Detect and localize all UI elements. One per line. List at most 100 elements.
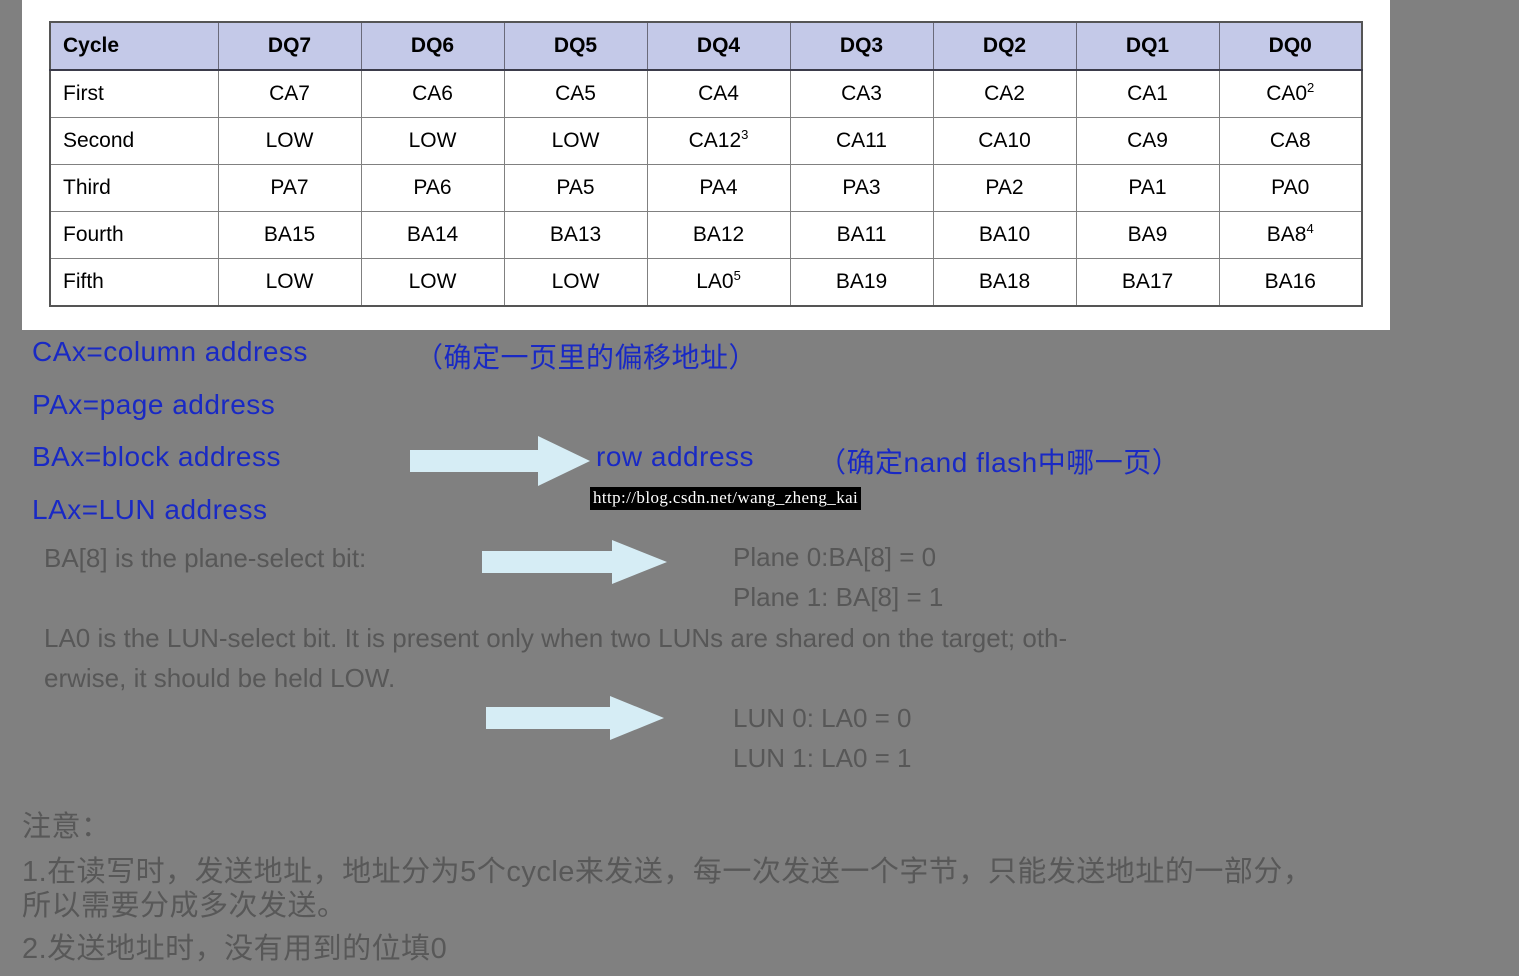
cell-cycle: Fifth xyxy=(49,258,219,307)
column-header-dq7: DQ7 xyxy=(217,21,362,71)
cell-dq3: BA19 xyxy=(789,258,934,307)
legend-row-address-note: （确定nand flash中哪一页） xyxy=(818,447,1181,478)
cell-dq6: CA6 xyxy=(360,69,505,118)
cell-dq6: LOW xyxy=(360,117,505,165)
cell-value: CA5 xyxy=(555,82,596,105)
lun-select-description-line2: erwise, it should be held LOW. xyxy=(44,663,396,693)
plane-0-value: Plane 0:BA[8] = 0 xyxy=(733,542,937,572)
cell-value: BA9 xyxy=(1127,223,1168,246)
cell-value: CA12 xyxy=(688,129,742,152)
address-cycle-table: Cycle DQ7 DQ6 DQ5 DQ4 DQ3 DQ2 DQ1 DQ0 Fi… xyxy=(49,21,1363,307)
cell-cycle: First xyxy=(49,69,219,118)
column-header-dq1: DQ1 xyxy=(1075,21,1220,71)
legend-block-address: BAx=block address xyxy=(32,441,281,472)
cell-value: LOW xyxy=(408,270,457,293)
legend-lun-address: LAx=LUN address xyxy=(32,494,268,525)
note-item-2: 2.发送地址时，没有用到的位填0 xyxy=(22,933,448,965)
cell-dq4: PA4 xyxy=(646,164,791,212)
cell-value: PA1 xyxy=(1128,176,1167,199)
cell-value: PA3 xyxy=(842,176,881,199)
cell-value: LOW xyxy=(265,270,314,293)
cell-value: BA19 xyxy=(835,270,888,293)
cell-dq1: BA17 xyxy=(1075,258,1220,307)
cell-value: CA11 xyxy=(836,129,887,152)
legend-row-address: row address xyxy=(596,441,755,472)
plane-1-value: Plane 1: BA[8] = 1 xyxy=(733,582,944,612)
cell-value: CA1 xyxy=(1127,82,1168,105)
cell-value: PA2 xyxy=(985,176,1024,199)
cell-value: LOW xyxy=(265,129,314,152)
cell-value: LOW xyxy=(551,129,600,152)
cell-dq5: CA5 xyxy=(503,69,648,118)
cell-value: LA0 xyxy=(696,270,734,293)
cell-dq6: PA6 xyxy=(360,164,505,212)
column-header-dq2: DQ2 xyxy=(932,21,1077,71)
cell-dq2: BA10 xyxy=(932,211,1077,259)
cell-value: BA10 xyxy=(978,223,1031,246)
cell-footnote-marker: 5 xyxy=(733,268,741,283)
cell-dq0: BA84 xyxy=(1218,211,1363,259)
cell-dq3: PA3 xyxy=(789,164,934,212)
cell-dq2: CA10 xyxy=(932,117,1077,165)
cell-cycle: Fourth xyxy=(49,211,219,259)
cell-dq3: BA11 xyxy=(789,211,934,259)
cell-value: BA15 xyxy=(263,223,316,246)
cell-dq7: LOW xyxy=(217,258,362,307)
cell-value: BA12 xyxy=(692,223,745,246)
arrow-right-icon-plane-select xyxy=(482,540,667,584)
cell-value: BA8 xyxy=(1266,223,1307,246)
cell-dq5: BA13 xyxy=(503,211,648,259)
cell-dq1: CA1 xyxy=(1075,69,1220,118)
column-header-cycle: Cycle xyxy=(49,21,219,71)
legend-column-address: CAx=column address xyxy=(32,336,308,367)
cell-value: BA18 xyxy=(978,270,1031,293)
cell-dq2: BA18 xyxy=(932,258,1077,307)
address-table-panel: Cycle DQ7 DQ6 DQ5 DQ4 DQ3 DQ2 DQ1 DQ0 Fi… xyxy=(22,0,1390,330)
cell-dq1: PA1 xyxy=(1075,164,1220,212)
cell-value: CA9 xyxy=(1127,129,1168,152)
note-item-1-line2: 所以需要分成多次发送。 xyxy=(22,890,347,922)
cell-dq1: CA9 xyxy=(1075,117,1220,165)
arrow-right-icon-row-address xyxy=(410,436,590,486)
cell-dq5: LOW xyxy=(503,117,648,165)
cell-value: BA17 xyxy=(1121,270,1174,293)
table-row: Fifth LOW LOW LOW LA05 BA19 BA18 BA17 BA16 xyxy=(49,258,1363,307)
cell-dq3: CA11 xyxy=(789,117,934,165)
table-header-row: Cycle DQ7 DQ6 DQ5 DQ4 DQ3 DQ2 DQ1 DQ0 xyxy=(49,21,1363,71)
cell-dq4: LA05 xyxy=(646,258,791,307)
cell-footnote-marker: 4 xyxy=(1306,221,1314,236)
column-header-dq5: DQ5 xyxy=(503,21,648,71)
table-body: First CA7 CA6 CA5 CA4 CA3 CA2 CA1 CA02 Second LOW L… xyxy=(49,69,1363,307)
cell-dq7: PA7 xyxy=(217,164,362,212)
cell-dq4: CA123 xyxy=(646,117,791,165)
cell-value: CA2 xyxy=(984,82,1025,105)
cell-value: PA5 xyxy=(556,176,595,199)
cell-dq4: CA4 xyxy=(646,69,791,118)
plane-select-description: BA[8] is the plane-select bit: xyxy=(44,543,367,573)
cell-value: BA16 xyxy=(1264,270,1316,293)
watermark-url: http://blog.csdn.net/wang_zheng_kai xyxy=(590,487,862,510)
lun-1-value: LUN 1: LA0 = 1 xyxy=(733,743,912,773)
cell-cycle: Third xyxy=(49,164,219,212)
cell-value: CA8 xyxy=(1269,129,1311,152)
cell-value: PA0 xyxy=(1271,176,1310,199)
arrow-right-icon-lun-select xyxy=(486,696,664,740)
cell-footnote-marker: 2 xyxy=(1307,80,1315,95)
cell-value: CA3 xyxy=(841,82,882,105)
legend-page-address: PAx=page address xyxy=(32,389,276,420)
lun-0-value: LUN 0: LA0 = 0 xyxy=(733,703,912,733)
cell-dq5: LOW xyxy=(503,258,648,307)
cell-footnote-marker: 3 xyxy=(741,127,749,142)
cell-dq3: CA3 xyxy=(789,69,934,118)
cell-value: CA7 xyxy=(269,82,310,105)
table-row: Second LOW LOW LOW CA123 CA11 CA10 CA9 CA8 xyxy=(49,117,1363,165)
cell-dq7: BA15 xyxy=(217,211,362,259)
table-row: Third PA7 PA6 PA5 PA4 PA3 PA2 PA1 PA0 xyxy=(49,164,1363,212)
cell-cycle: Second xyxy=(49,117,219,165)
cell-value: BA13 xyxy=(549,223,602,246)
cell-value: PA4 xyxy=(699,176,738,199)
cell-value: LOW xyxy=(551,270,600,293)
cell-value: CA10 xyxy=(978,129,1031,152)
cell-dq0: CA8 xyxy=(1218,117,1363,165)
notes-title: 注意： xyxy=(22,811,111,843)
